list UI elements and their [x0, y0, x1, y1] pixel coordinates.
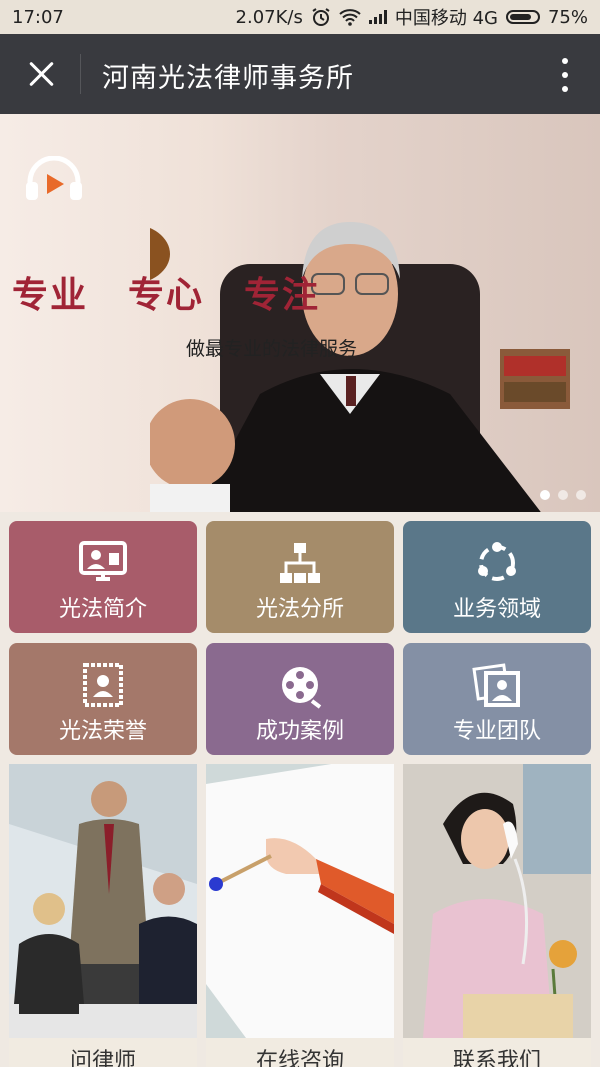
title-bar: 河南光法律师事务所 — [0, 34, 600, 114]
card-label: 问律师 — [9, 1038, 197, 1067]
slogan-3: 专注 — [244, 275, 321, 316]
carousel-dot[interactable] — [558, 490, 568, 500]
battery-level: 75% — [547, 6, 588, 28]
tile-label: 业务领域 — [452, 597, 541, 622]
divider — [80, 54, 81, 94]
tile-label: 光法分所 — [255, 597, 344, 622]
slogan-1: 专业 — [12, 275, 89, 316]
tile-label: 光法荣誉 — [58, 719, 147, 744]
presentation-icon — [79, 541, 127, 581]
tile-label: 光法简介 — [58, 597, 147, 622]
tile-practice-areas[interactable]: 业务领域 — [403, 521, 591, 633]
slogan-2: 专心 — [128, 275, 205, 316]
receptionist-photo — [403, 764, 591, 1038]
card-online-consult[interactable]: 在线咨询 — [206, 764, 394, 1067]
certificate-icon — [83, 663, 123, 707]
status-bar: 17:07 2.07K/s 中国移动 4G 75% — [0, 0, 600, 34]
banner-subtitle: 做最专业的法律服务 — [186, 338, 358, 360]
card-label: 在线咨询 — [206, 1038, 394, 1067]
circle-network-icon — [478, 542, 516, 581]
painting-photo — [206, 764, 394, 1038]
page-title: 河南光法律师事务所 — [102, 63, 354, 94]
battery-icon — [505, 10, 540, 24]
tile-cases[interactable]: 成功案例 — [206, 643, 394, 755]
wifi-icon — [339, 9, 361, 26]
tile-label: 专业团队 — [452, 719, 541, 744]
tile-label: 成功案例 — [255, 719, 344, 744]
carrier-label: 中国移动 4G — [394, 8, 498, 29]
film-reel-icon — [282, 667, 322, 709]
status-time: 17:07 — [12, 6, 64, 28]
lawyers-photo — [9, 764, 197, 1038]
judge-illustration — [150, 222, 570, 512]
card-label: 联系我们 — [403, 1038, 591, 1067]
org-chart-icon — [280, 543, 320, 583]
tile-team[interactable]: 专业团队 — [403, 643, 591, 755]
carousel-dots[interactable] — [540, 490, 586, 500]
tile-intro[interactable]: 光法简介 — [9, 521, 197, 633]
carousel-dot[interactable] — [540, 490, 550, 500]
close-icon[interactable] — [24, 56, 60, 92]
alarm-icon — [312, 8, 330, 26]
photo-stack-icon — [472, 663, 520, 707]
network-speed: 2.07K/s — [235, 6, 303, 28]
tile-branches[interactable]: 光法分所 — [206, 521, 394, 633]
tile-honors[interactable]: 光法荣誉 — [9, 643, 197, 755]
carousel-dot[interactable] — [576, 490, 586, 500]
card-contact-us[interactable]: 联系我们 — [403, 764, 591, 1067]
card-ask-lawyer[interactable]: 问律师 — [9, 764, 197, 1067]
slogan-row: 专业 专心 专注 — [12, 266, 320, 318]
hero-banner[interactable]: 专业 专心 专注 做最专业的法律服务 — [0, 114, 600, 512]
audio-play-icon[interactable] — [24, 156, 84, 202]
signal-icon — [368, 10, 387, 24]
more-menu-icon[interactable] — [560, 58, 570, 92]
